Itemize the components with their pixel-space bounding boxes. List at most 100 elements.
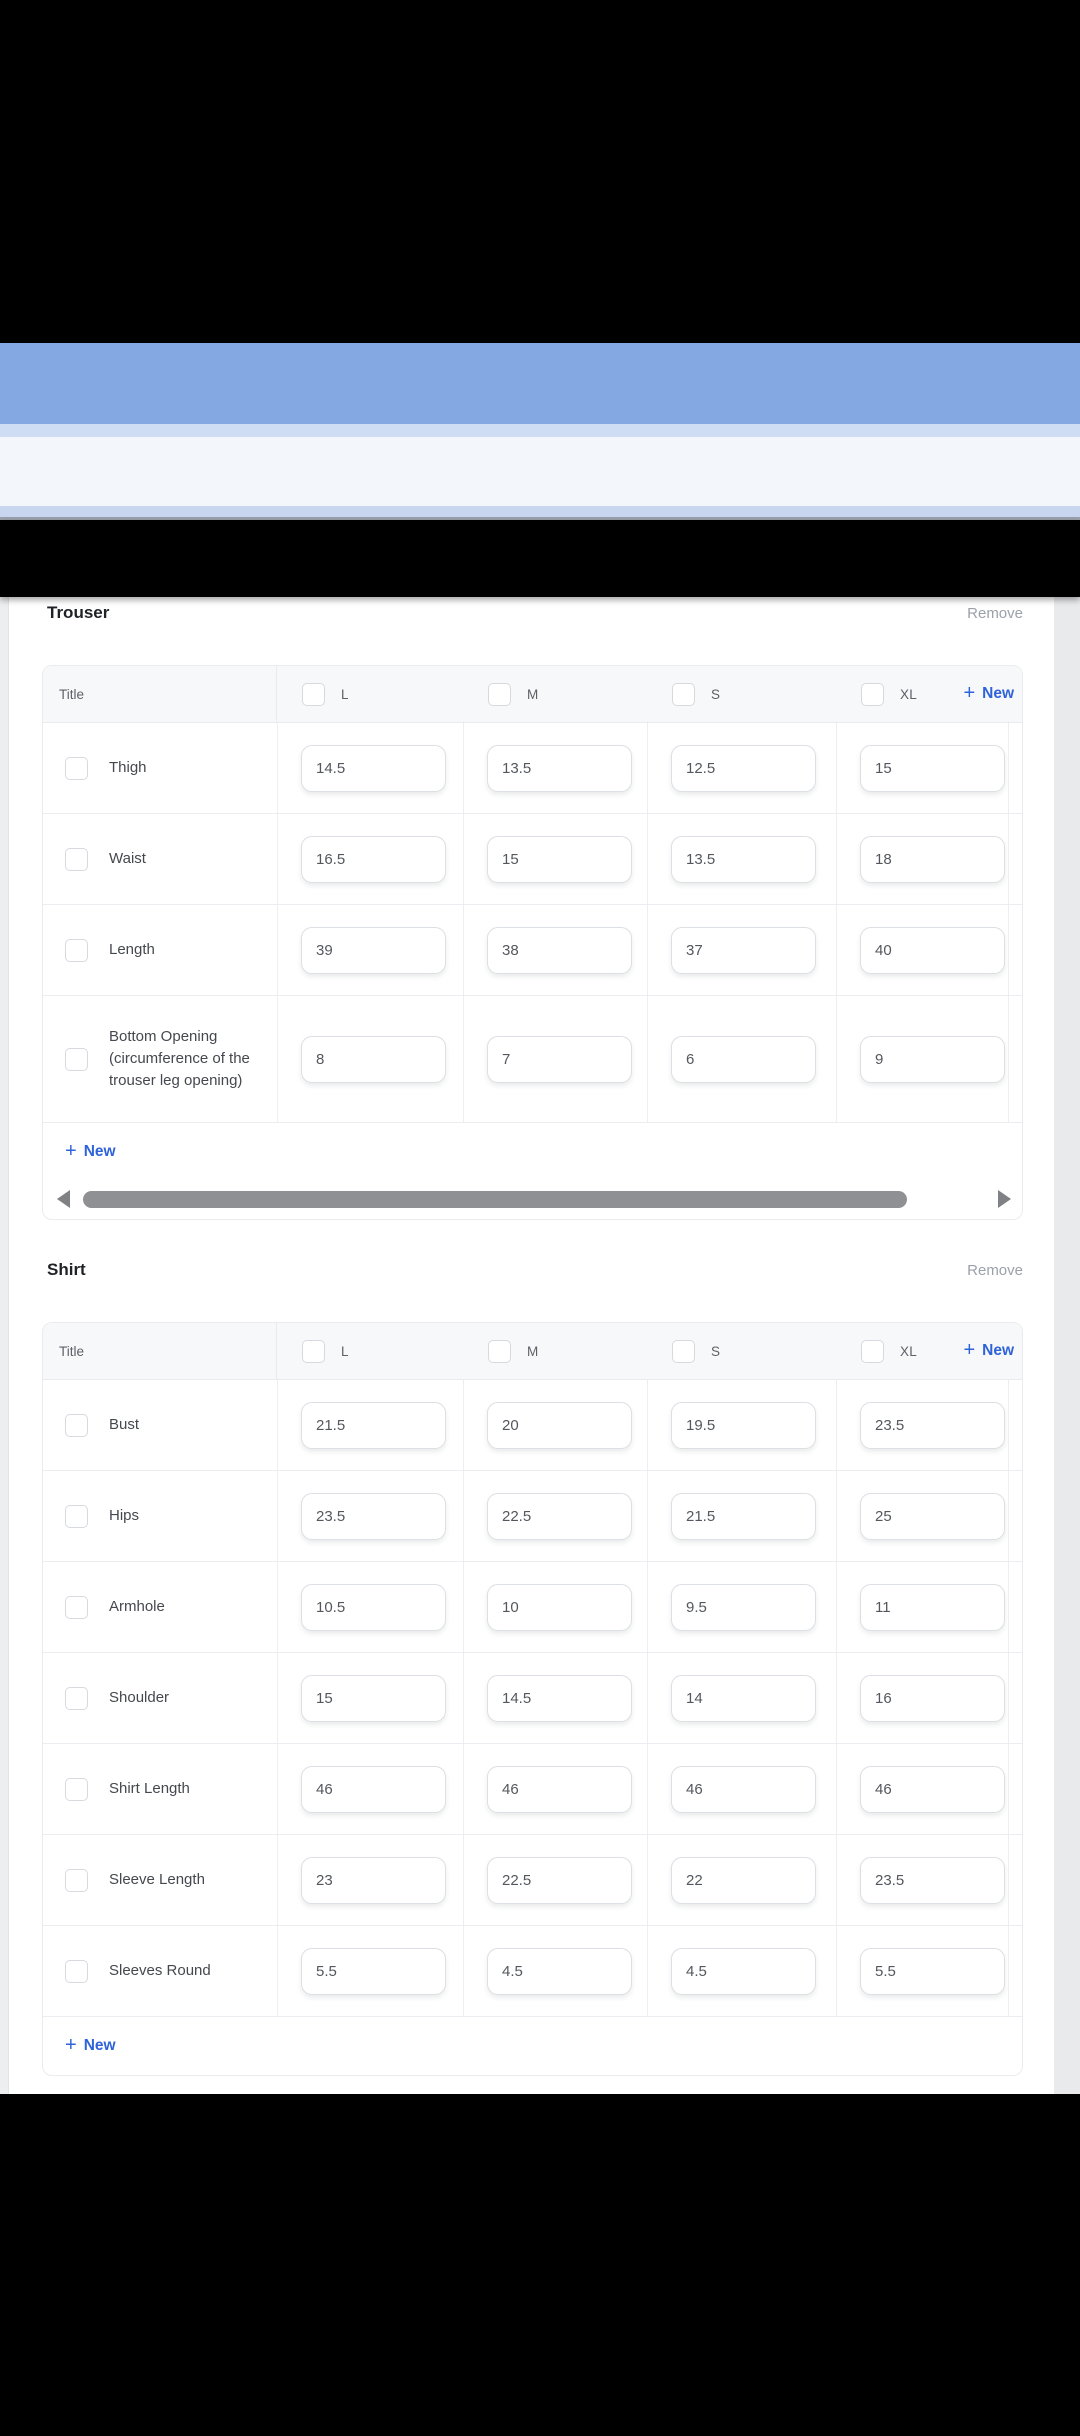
column-label: S	[711, 687, 720, 702]
partial-next-column	[1008, 1471, 1022, 1561]
row-select-checkbox[interactable]	[65, 1505, 88, 1528]
value-cell	[647, 814, 836, 904]
column-header-title: Title	[43, 1323, 277, 1379]
add-row-button[interactable]: + New	[43, 2017, 1022, 2075]
measurement-input[interactable]	[301, 927, 446, 974]
add-column-button[interactable]: + New	[963, 1323, 1014, 1379]
measurement-input[interactable]	[487, 745, 632, 792]
measurement-input[interactable]	[860, 836, 1005, 883]
measurement-input[interactable]	[301, 1675, 446, 1722]
column-select-checkbox[interactable]	[672, 1340, 695, 1363]
row-select-checkbox[interactable]	[65, 1687, 88, 1710]
column-select-checkbox[interactable]	[302, 683, 325, 706]
section-title: Trouser	[47, 603, 109, 623]
measurement-input[interactable]	[301, 1584, 446, 1631]
column-label: XL	[900, 687, 917, 702]
measurement-input[interactable]	[301, 1036, 446, 1083]
measurement-input[interactable]	[671, 1675, 816, 1722]
row-select-checkbox[interactable]	[65, 1960, 88, 1983]
measurement-input[interactable]	[301, 745, 446, 792]
row-title-cell: Waist	[43, 814, 277, 904]
row-select-checkbox[interactable]	[65, 1414, 88, 1437]
measurement-input[interactable]	[487, 836, 632, 883]
measurement-input[interactable]	[671, 836, 816, 883]
right-scroll-rail[interactable]	[1054, 597, 1080, 2094]
measurement-input[interactable]	[671, 745, 816, 792]
scrollbar-thumb[interactable]	[83, 1191, 907, 1208]
value-cell	[463, 996, 647, 1122]
column-select-checkbox[interactable]	[488, 1340, 511, 1363]
page-content: Trouser Remove Title L M S XL + New	[0, 597, 1080, 2094]
plus-icon: +	[963, 683, 975, 703]
remove-button[interactable]: Remove	[967, 605, 1023, 622]
row-title-cell: Length	[43, 905, 277, 995]
measurement-input[interactable]	[301, 1493, 446, 1540]
measurement-input[interactable]	[860, 1402, 1005, 1449]
measurement-input[interactable]	[487, 1493, 632, 1540]
horizontal-scrollbar[interactable]	[43, 1181, 1022, 1217]
value-cell	[647, 723, 836, 813]
measurement-input[interactable]	[671, 927, 816, 974]
row-select-checkbox[interactable]	[65, 1778, 88, 1801]
measurement-input[interactable]	[671, 1857, 816, 1904]
column-header: L	[277, 1323, 463, 1379]
measurement-input[interactable]	[860, 1766, 1005, 1813]
measurement-input[interactable]	[487, 1766, 632, 1813]
scrollbar-track[interactable]	[79, 1191, 989, 1208]
scroll-right-arrow-icon[interactable]	[998, 1190, 1011, 1208]
partial-next-column	[1008, 905, 1022, 995]
measurement-input[interactable]	[301, 1402, 446, 1449]
partial-next-column	[1008, 814, 1022, 904]
measurement-input[interactable]	[487, 1036, 632, 1083]
add-column-button[interactable]: + New	[963, 666, 1014, 722]
measurement-input[interactable]	[301, 1766, 446, 1813]
measurement-input[interactable]	[860, 1493, 1005, 1540]
column-select-checkbox[interactable]	[672, 683, 695, 706]
measurement-input[interactable]	[671, 1948, 816, 1995]
measurement-input[interactable]	[301, 1948, 446, 1995]
measurement-input[interactable]	[671, 1402, 816, 1449]
column-label: M	[527, 1344, 539, 1359]
measurement-input[interactable]	[671, 1766, 816, 1813]
partial-next-column	[1008, 996, 1022, 1122]
column-select-checkbox[interactable]	[861, 1340, 884, 1363]
row-select-checkbox[interactable]	[65, 757, 88, 780]
measurement-input[interactable]	[860, 1036, 1005, 1083]
value-cell	[277, 1562, 463, 1652]
row-select-checkbox[interactable]	[65, 939, 88, 962]
measurement-input[interactable]	[671, 1036, 816, 1083]
measurement-input[interactable]	[860, 1948, 1005, 1995]
measurement-input[interactable]	[860, 927, 1005, 974]
value-cell	[836, 814, 1008, 904]
column-select-checkbox[interactable]	[302, 1340, 325, 1363]
partial-next-column	[1008, 1562, 1022, 1652]
measurement-input[interactable]	[487, 927, 632, 974]
measurement-input[interactable]	[860, 1675, 1005, 1722]
measurement-input[interactable]	[487, 1675, 632, 1722]
measurement-input[interactable]	[487, 1948, 632, 1995]
row-label: Thigh	[109, 757, 147, 779]
row-select-checkbox[interactable]	[65, 1869, 88, 1892]
measurement-input[interactable]	[487, 1402, 632, 1449]
scroll-left-arrow-icon[interactable]	[57, 1190, 70, 1208]
column-select-checkbox[interactable]	[861, 683, 884, 706]
remove-button[interactable]: Remove	[967, 1262, 1023, 1279]
measurement-input[interactable]	[301, 836, 446, 883]
value-cell	[277, 1744, 463, 1834]
measurement-input[interactable]	[487, 1584, 632, 1631]
measurement-input[interactable]	[671, 1584, 816, 1631]
add-row-button[interactable]: + New	[43, 1123, 1022, 1181]
row-select-checkbox[interactable]	[65, 1596, 88, 1619]
measurement-input[interactable]	[487, 1857, 632, 1904]
column-select-checkbox[interactable]	[488, 683, 511, 706]
measurement-input[interactable]	[860, 1584, 1005, 1631]
measurement-input[interactable]	[860, 1857, 1005, 1904]
measurement-input[interactable]	[671, 1493, 816, 1540]
measurement-input[interactable]	[301, 1857, 446, 1904]
row-select-checkbox[interactable]	[65, 1048, 88, 1071]
measurement-input[interactable]	[860, 745, 1005, 792]
column-label: M	[527, 687, 539, 702]
row-select-checkbox[interactable]	[65, 848, 88, 871]
row-title-cell: Shirt Length	[43, 1744, 277, 1834]
value-cell	[277, 996, 463, 1122]
